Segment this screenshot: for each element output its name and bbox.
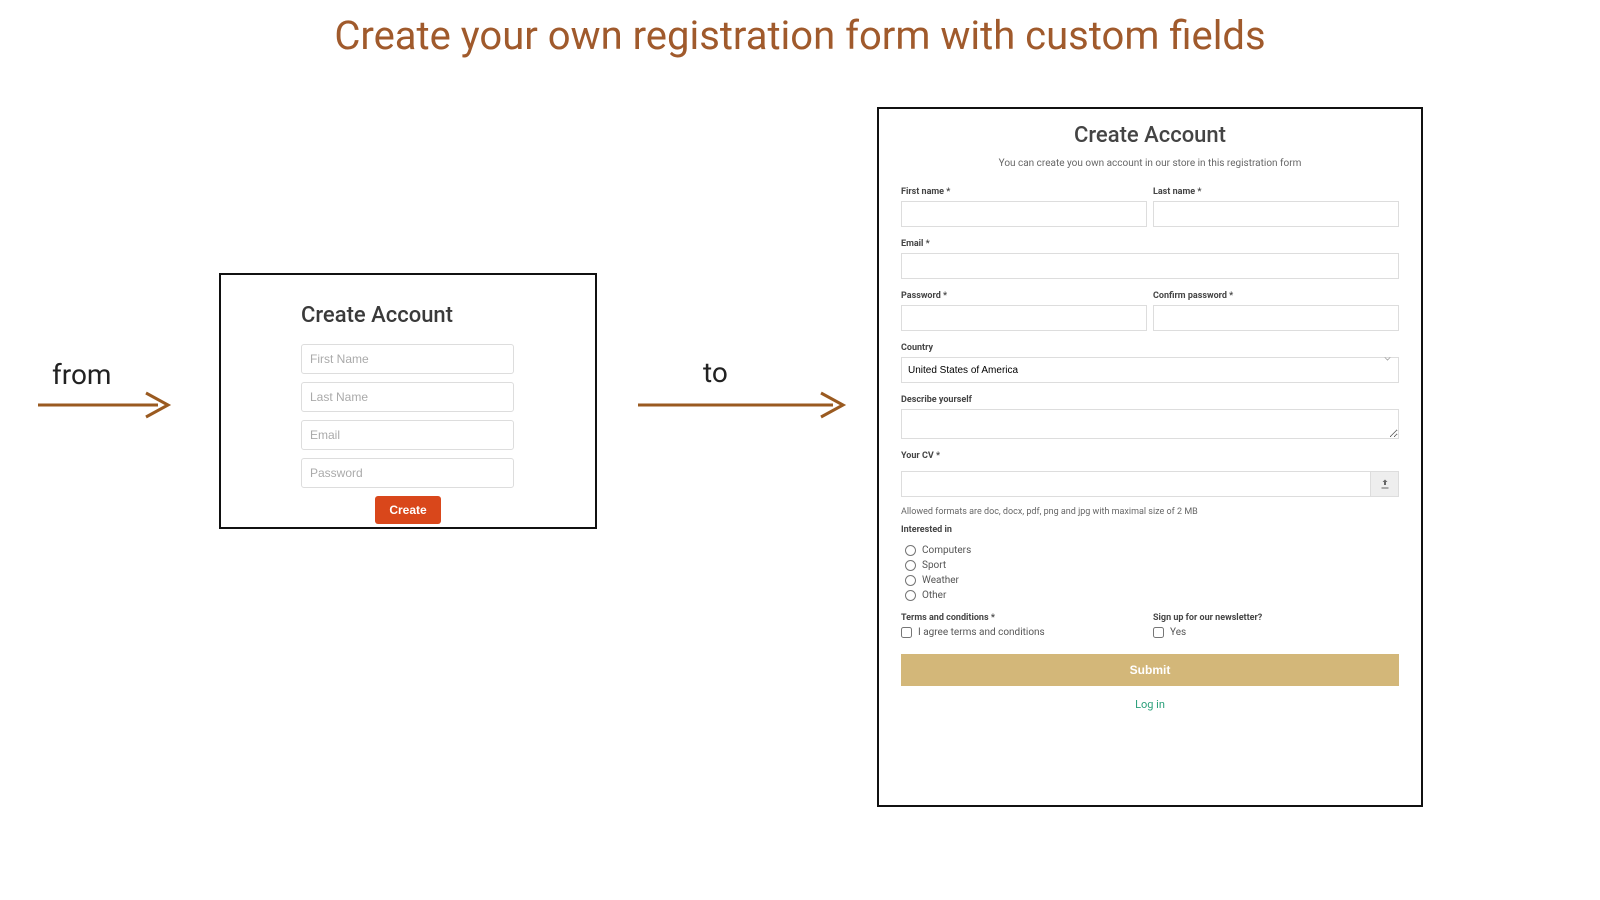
- describe-label: Describe yourself: [901, 395, 1399, 405]
- email-label: Email *: [901, 239, 1399, 249]
- country-label: Country: [901, 343, 1399, 353]
- country-select[interactable]: United States of America: [901, 357, 1399, 383]
- interested-option[interactable]: Sport: [905, 560, 1399, 571]
- last-name-field[interactable]: [1153, 201, 1399, 227]
- password-label: Password *: [901, 291, 1147, 301]
- last-name-input[interactable]: [301, 382, 514, 412]
- first-name-field[interactable]: [901, 201, 1147, 227]
- password-input[interactable]: [301, 458, 514, 488]
- upload-icon: [1379, 478, 1391, 490]
- confirm-password-field[interactable]: [1153, 305, 1399, 331]
- password-field[interactable]: [901, 305, 1147, 331]
- page-title: Create your own registration form with c…: [0, 12, 1600, 59]
- interested-option[interactable]: Other: [905, 590, 1399, 601]
- describe-textarea[interactable]: [901, 409, 1399, 439]
- arrow-icon: [38, 390, 173, 420]
- email-input[interactable]: [301, 420, 514, 450]
- extended-form-title: Create Account: [901, 123, 1399, 148]
- confirm-password-label: Confirm password *: [1153, 291, 1399, 301]
- email-field[interactable]: [901, 253, 1399, 279]
- cv-file-display: [901, 471, 1371, 497]
- interested-label: Interested in: [901, 525, 1399, 535]
- interested-option[interactable]: Weather: [905, 575, 1399, 586]
- first-name-input[interactable]: [301, 344, 514, 374]
- newsletter-checkbox[interactable]: Yes: [1153, 627, 1399, 638]
- simple-form-card: Create Account Create: [219, 273, 597, 529]
- to-label: to: [703, 356, 728, 389]
- interested-option[interactable]: Computers: [905, 545, 1399, 556]
- extended-form-subtitle: You can create you own account in our st…: [901, 158, 1399, 169]
- simple-form-title: Create Account: [301, 303, 515, 328]
- newsletter-label: Sign up for our newsletter?: [1153, 613, 1399, 623]
- arrow-icon: [638, 390, 848, 420]
- first-name-label: First name *: [901, 187, 1147, 197]
- login-link[interactable]: Log in: [901, 698, 1399, 711]
- last-name-label: Last name *: [1153, 187, 1399, 197]
- cv-upload-button[interactable]: [1371, 471, 1399, 497]
- submit-button[interactable]: Submit: [901, 654, 1399, 686]
- cv-label: Your CV *: [901, 451, 1399, 461]
- cv-hint: Allowed formats are doc, docx, pdf, png …: [901, 507, 1399, 517]
- terms-label: Terms and conditions *: [901, 613, 1147, 623]
- create-button[interactable]: Create: [375, 496, 440, 524]
- from-label: from: [52, 358, 111, 391]
- terms-checkbox[interactable]: I agree terms and conditions: [901, 627, 1147, 638]
- extended-form-card: Create Account You can create you own ac…: [877, 107, 1423, 807]
